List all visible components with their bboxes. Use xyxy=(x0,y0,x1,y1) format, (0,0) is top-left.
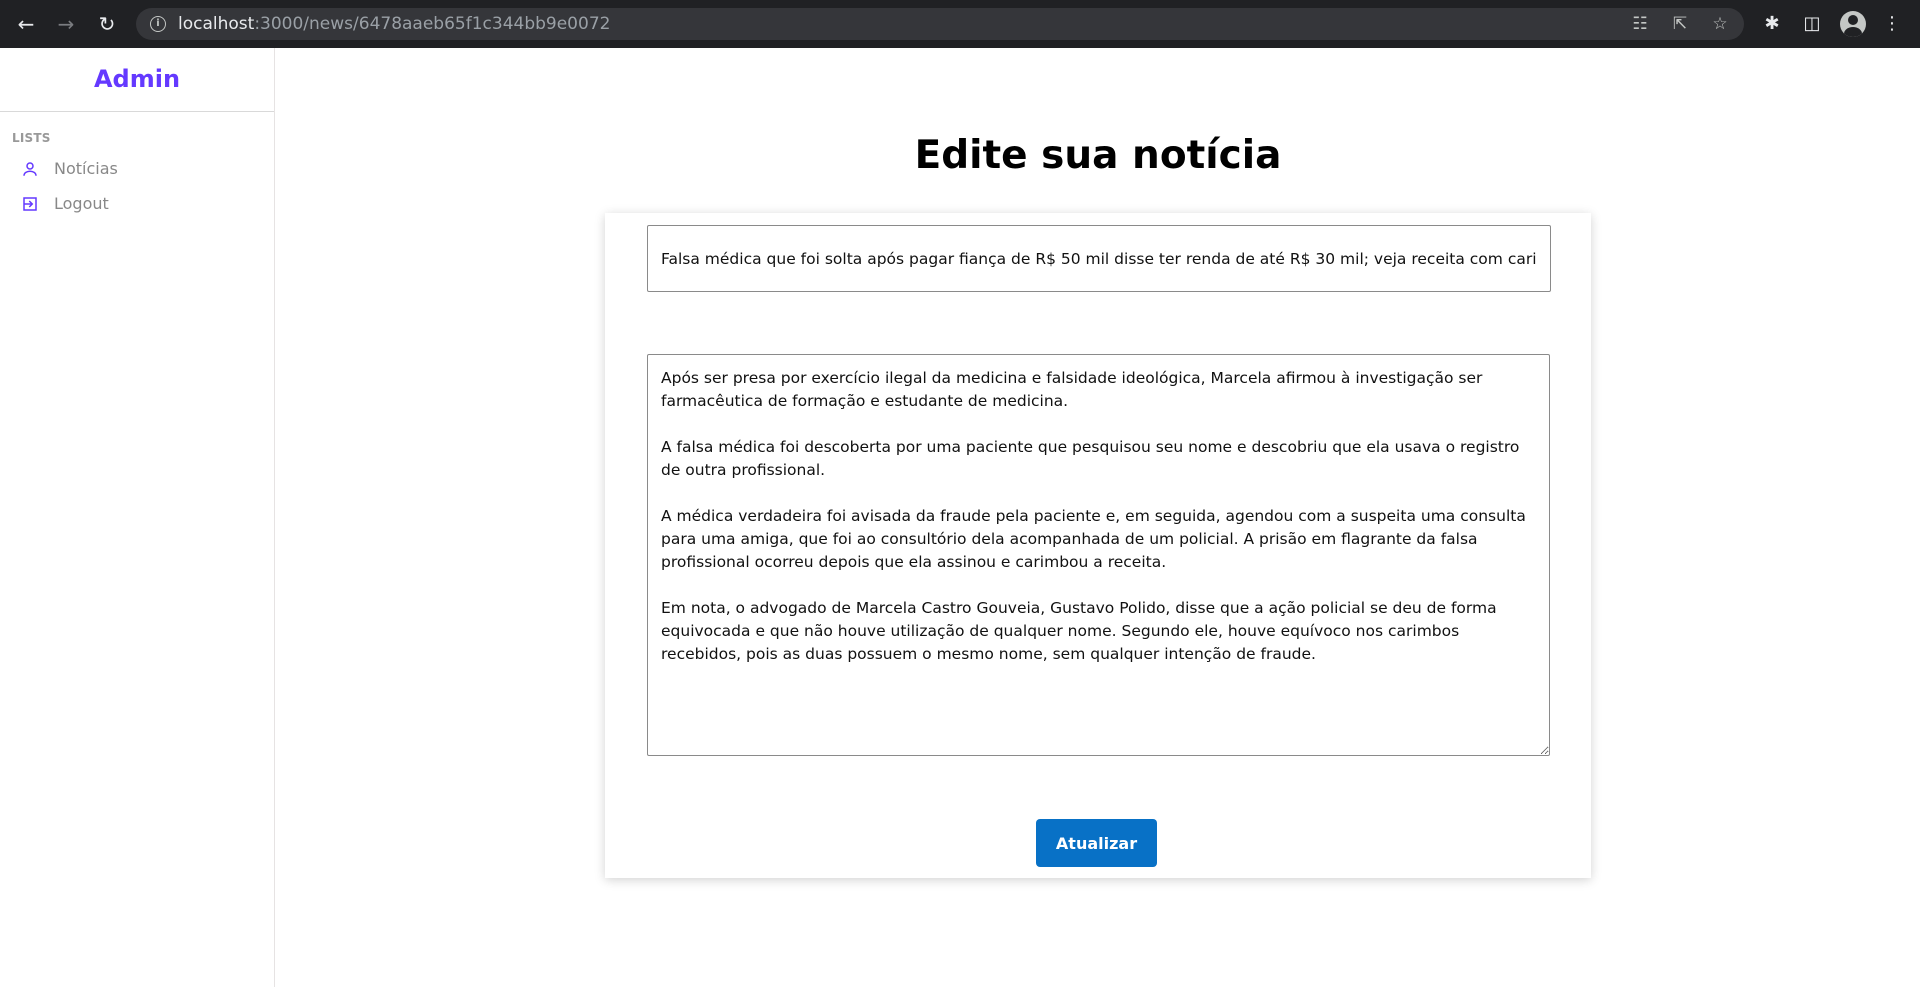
update-button[interactable]: Atualizar xyxy=(1036,819,1157,867)
main-content: Edite sua notícia Após ser presa por exe… xyxy=(276,48,1920,987)
reload-icon[interactable]: ↻ xyxy=(95,12,119,36)
url-text[interactable]: localhost:3000/news/6478aaeb65f1c344bb9e… xyxy=(178,8,610,40)
extensions-icon[interactable]: ✱ xyxy=(1760,12,1784,36)
share-icon[interactable]: ⇱ xyxy=(1670,14,1690,34)
more-menu-icon[interactable]: ⋮ xyxy=(1880,12,1904,36)
news-body-textarea[interactable]: Após ser presa por exercício ilegal da m… xyxy=(647,354,1550,756)
edit-news-form: Após ser presa por exercício ilegal da m… xyxy=(605,213,1591,878)
site-info-icon[interactable]: i xyxy=(150,16,166,32)
bookmark-star-icon[interactable]: ☆ xyxy=(1710,14,1730,34)
sidebar: Admin LISTS Notícias Logout xyxy=(0,48,275,987)
sidebar-item-noticias[interactable]: Notícias xyxy=(0,151,274,186)
forward-arrow-icon[interactable]: → xyxy=(54,12,78,36)
sidebar-item-label: Notícias xyxy=(54,159,118,178)
translate-icon[interactable]: ☷ xyxy=(1630,14,1650,34)
profile-avatar-icon[interactable] xyxy=(1840,11,1866,37)
sidebar-item-logout[interactable]: Logout xyxy=(0,186,274,221)
back-arrow-icon[interactable]: ← xyxy=(14,12,38,36)
sidebar-item-label: Logout xyxy=(54,194,109,213)
page-title: Edite sua notícia xyxy=(914,133,1282,178)
brand-logo[interactable]: Admin xyxy=(0,48,274,112)
address-bar[interactable]: i localhost:3000/news/6478aaeb65f1c344bb… xyxy=(136,8,1744,40)
sidebar-section-title: LISTS xyxy=(12,131,51,145)
user-icon xyxy=(20,159,40,179)
side-panel-icon[interactable]: ◫ xyxy=(1800,12,1824,36)
news-title-input[interactable] xyxy=(647,225,1551,292)
sidebar-menu: Notícias Logout xyxy=(0,151,274,221)
logout-icon xyxy=(20,194,40,214)
browser-toolbar: ← → ↻ i localhost:3000/news/6478aaeb65f1… xyxy=(0,0,1920,48)
